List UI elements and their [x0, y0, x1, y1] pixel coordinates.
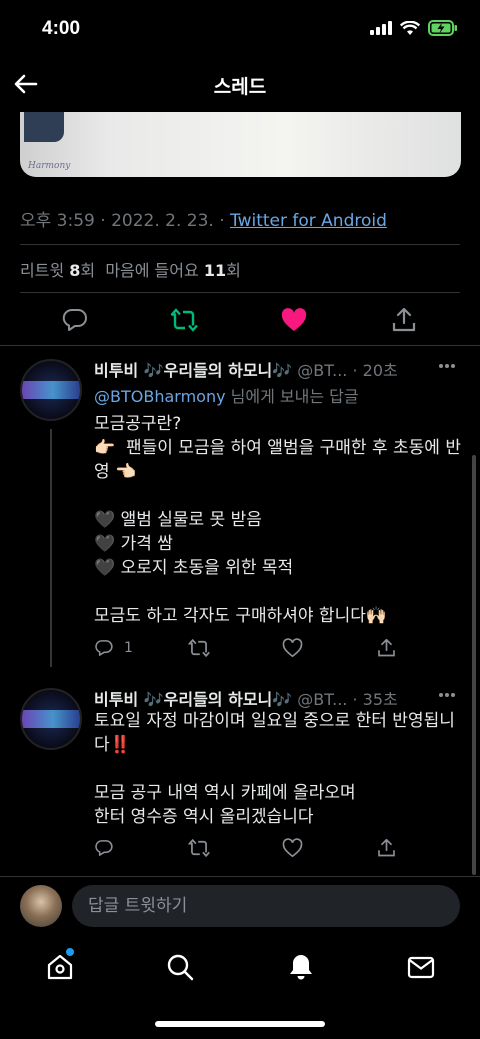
reply-icon: [95, 840, 113, 856]
notification-dot: [66, 948, 74, 956]
tweet-time-text: 오후 3:59 · 2022. 2. 23. ·: [20, 211, 231, 231]
wifi-icon: [400, 20, 420, 35]
retweet-icon[interactable]: [188, 836, 210, 860]
like-count[interactable]: 11: [204, 261, 226, 280]
more-options-icon[interactable]: [438, 692, 456, 698]
scrollbar[interactable]: [472, 455, 476, 875]
reply-text: 모금공구란? 👉🏻 팬들이 모금을 하여 앨범을 구매한 후 초동에 반영 👈🏻…: [94, 414, 461, 626]
tweet-stats: 리트윗 8회 마음에 들어요 11회: [20, 257, 241, 281]
reply-icon[interactable]: [61, 306, 89, 334]
avatar[interactable]: [20, 688, 82, 750]
reply-header: 비투비 🎶우리들의 하모니🎶 @BT... · 35초: [94, 686, 398, 710]
thread-line: [50, 429, 52, 667]
home-indicator[interactable]: [155, 1021, 325, 1027]
tweet-source-link[interactable]: Twitter for Android: [230, 211, 387, 231]
tweet-action-bar: [0, 302, 480, 338]
share-icon[interactable]: [390, 306, 418, 334]
retweet-label[interactable]: 리트윗: [20, 261, 64, 280]
like-unit: 회: [226, 261, 241, 280]
replying-to: @BTOBharmony 님에게 보내는 답글: [94, 383, 359, 407]
status-icons: [370, 20, 458, 36]
media-shape: [24, 112, 64, 142]
media-signature: Harmony: [28, 161, 71, 171]
search-icon[interactable]: [165, 952, 195, 982]
user-handle[interactable]: @BT...: [297, 361, 347, 380]
replying-to-handle[interactable]: @BTOBharmony: [94, 387, 226, 406]
reply-input[interactable]: 답글 트윗하기: [72, 885, 460, 927]
more-options-icon[interactable]: [438, 363, 456, 369]
page-title: 스레드: [213, 76, 267, 98]
reply-button[interactable]: 1: [94, 636, 133, 660]
share-icon[interactable]: [376, 836, 397, 860]
like-heart-icon[interactable]: [282, 636, 303, 660]
user-handle[interactable]: @BT...: [297, 690, 347, 709]
reply-header: 비투비 🎶우리들의 하모니🎶 @BT... · 20초: [94, 357, 398, 381]
reply-count: 1: [124, 640, 133, 656]
signal-icon: [370, 21, 392, 35]
status-bar: 4:00: [0, 0, 480, 62]
tweet-timestamp: 오후 3:59 · 2022. 2. 23. · Twitter for And…: [20, 206, 387, 231]
divider: [20, 292, 460, 293]
reply-button[interactable]: [94, 836, 124, 860]
like-heart-icon[interactable]: [280, 306, 308, 334]
retweet-count[interactable]: 8: [69, 261, 80, 280]
replying-to-suffix: 님에게 보내는 답글: [225, 387, 359, 406]
like-heart-icon[interactable]: [282, 836, 303, 860]
bottom-tab-bar: [0, 940, 480, 996]
display-name[interactable]: 비투비 🎶우리들의 하모니🎶: [94, 690, 292, 709]
avatar-art: [22, 710, 80, 728]
messages-envelope-icon[interactable]: [406, 952, 436, 982]
reply-time: · 20초: [352, 361, 398, 380]
display-name[interactable]: 비투비 🎶우리들의 하모니🎶: [94, 361, 292, 380]
share-icon[interactable]: [376, 636, 397, 660]
like-label[interactable]: 마음에 들어요: [105, 261, 198, 280]
divider: [0, 345, 480, 346]
avatar-art: [22, 381, 80, 399]
notifications-bell-icon[interactable]: [286, 952, 316, 982]
retweet-icon[interactable]: [188, 636, 210, 660]
reply-composer: 답글 트윗하기: [0, 877, 480, 937]
tweet-media-image[interactable]: Harmony: [20, 112, 461, 177]
retweet-icon[interactable]: [170, 306, 198, 334]
retweet-unit: 회: [80, 261, 96, 280]
my-avatar[interactable]: [20, 885, 62, 927]
reply-action-bar: [94, 836, 424, 860]
home-icon[interactable]: [45, 952, 75, 982]
reply-action-bar: 1: [94, 636, 424, 660]
reply-text: 토요일 자정 마감이며 일요일 중으로 한터 반영됩니다‼️ 모금 공구 내역 …: [94, 711, 455, 827]
battery-charging-icon: [428, 20, 457, 36]
reply-icon: [95, 640, 113, 656]
status-time: 4:00: [42, 18, 81, 39]
avatar[interactable]: [20, 359, 82, 421]
divider: [20, 244, 460, 245]
top-nav: 스레드: [0, 62, 480, 108]
reply-time: · 35초: [352, 690, 398, 709]
